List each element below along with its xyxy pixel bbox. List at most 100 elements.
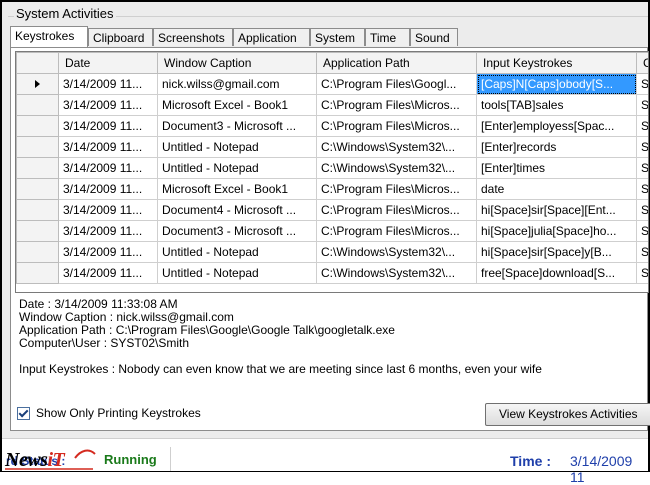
table-row[interactable]: 3/14/2009 11... Document4 - Microsoft ..… bbox=[16, 199, 648, 221]
cell-computer[interactable]: SY bbox=[636, 220, 648, 242]
keystrokes-table: Date Window Caption Application Path Inp… bbox=[16, 52, 648, 284]
row-header[interactable] bbox=[16, 157, 59, 179]
cell-window-caption[interactable]: Untitled - Notepad bbox=[157, 136, 317, 158]
column-header-date[interactable]: Date bbox=[58, 52, 158, 74]
row-header[interactable] bbox=[16, 73, 59, 95]
cell-window-caption[interactable]: Document4 - Microsoft ... bbox=[157, 199, 317, 221]
row-header[interactable] bbox=[16, 136, 59, 158]
column-header-application-path[interactable]: Application Path bbox=[316, 52, 477, 74]
current-row-arrow-icon bbox=[35, 80, 40, 88]
cell-application-path[interactable]: C:\Program Files\Micros... bbox=[316, 178, 477, 200]
detail-computer-user: Computer\User : SYST02\Smith bbox=[19, 336, 190, 350]
row-header[interactable] bbox=[16, 115, 59, 137]
cell-date[interactable]: 3/14/2009 11... bbox=[58, 94, 158, 116]
cell-window-caption[interactable]: Untitled - Notepad bbox=[157, 157, 317, 179]
table-row[interactable]: 3/14/2009 11... Untitled - Notepad C:\Wi… bbox=[16, 157, 648, 179]
tab-sound[interactable]: Sound bbox=[410, 28, 458, 46]
status-bar: rd Status : Running Time : 3/14/2009 11 bbox=[2, 438, 648, 485]
cell-application-path[interactable]: C:\Program Files\Micros... bbox=[316, 94, 477, 116]
cell-window-caption[interactable]: Untitled - Notepad bbox=[157, 262, 317, 284]
table-row[interactable]: 3/14/2009 11... nick.wilss@gmail.com C:\… bbox=[16, 73, 648, 95]
cell-window-caption[interactable]: Untitled - Notepad bbox=[157, 241, 317, 263]
table-row[interactable]: 3/14/2009 11... Untitled - Notepad C:\Wi… bbox=[16, 241, 648, 263]
cell-window-caption[interactable]: Document3 - Microsoft ... bbox=[157, 115, 317, 137]
cell-date[interactable]: 3/14/2009 11... bbox=[58, 178, 158, 200]
column-header-computer[interactable]: C bbox=[636, 52, 648, 74]
table-row[interactable]: 3/14/2009 11... Document3 - Microsoft ..… bbox=[16, 220, 648, 242]
cell-application-path[interactable]: C:\Program Files\Micros... bbox=[316, 220, 477, 242]
cell-input-keystrokes[interactable]: [Enter]employess[Spac... bbox=[476, 115, 637, 137]
row-header[interactable] bbox=[16, 178, 59, 200]
table-row[interactable]: 3/14/2009 11... Microsoft Excel - Book1 … bbox=[16, 94, 648, 116]
row-header[interactable] bbox=[16, 199, 59, 221]
row-header[interactable] bbox=[16, 220, 59, 242]
cell-application-path[interactable]: C:\Windows\System32\... bbox=[316, 262, 477, 284]
cell-application-path[interactable]: C:\Program Files\Micros... bbox=[316, 199, 477, 221]
cell-computer[interactable]: SY bbox=[636, 73, 648, 95]
cell-input-keystrokes[interactable]: date bbox=[476, 178, 637, 200]
column-header-window-caption[interactable]: Window Caption bbox=[157, 52, 317, 74]
table-row[interactable]: 3/14/2009 11... Untitled - Notepad C:\Wi… bbox=[16, 262, 648, 284]
cell-application-path[interactable]: C:\Windows\System32\... bbox=[316, 136, 477, 158]
cell-window-caption[interactable]: Document3 - Microsoft ... bbox=[157, 220, 317, 242]
cell-application-path[interactable]: C:\Windows\System32\... bbox=[316, 157, 477, 179]
cell-application-path[interactable]: C:\Program Files\Micros... bbox=[316, 115, 477, 137]
cell-input-keystrokes[interactable]: hi[Space]julia[Space]ho... bbox=[476, 220, 637, 242]
tab-keystrokes[interactable]: Keystrokes bbox=[10, 26, 88, 47]
cell-input-keystrokes-selected[interactable]: [Caps]N[Caps]obody[S... bbox=[476, 73, 637, 95]
keystrokes-grid[interactable]: Date Window Caption Application Path Inp… bbox=[15, 51, 649, 293]
cell-date[interactable]: 3/14/2009 11... bbox=[58, 136, 158, 158]
cell-computer[interactable]: SY bbox=[636, 94, 648, 116]
tab-clipboard[interactable]: Clipboard bbox=[88, 28, 153, 46]
cell-computer[interactable]: SY bbox=[636, 199, 648, 221]
tab-screenshots[interactable]: Screenshots bbox=[153, 28, 233, 46]
keystroke-details: Date : 3/14/2009 11:33:08 AM Window Capt… bbox=[19, 298, 542, 376]
tab-system[interactable]: System bbox=[310, 28, 365, 46]
printing-keystrokes-option[interactable]: Show Only Printing Keystrokes bbox=[17, 406, 201, 420]
row-header[interactable] bbox=[16, 241, 59, 263]
group-title: System Activities bbox=[14, 6, 116, 21]
cell-date[interactable]: 3/14/2009 11... bbox=[58, 157, 158, 179]
cell-date[interactable]: 3/14/2009 11... bbox=[58, 220, 158, 242]
table-row[interactable]: 3/14/2009 11... Microsoft Excel - Book1 … bbox=[16, 178, 648, 200]
show-printing-keystrokes-checkbox[interactable] bbox=[17, 406, 30, 420]
cell-input-keystrokes[interactable]: hi[Space]sir[Space]y[B... bbox=[476, 241, 637, 263]
cell-window-caption[interactable]: Microsoft Excel - Book1 bbox=[157, 94, 317, 116]
cell-date[interactable]: 3/14/2009 11... bbox=[58, 199, 158, 221]
app-window: System Activities Keystrokes Clipboard S… bbox=[0, 0, 650, 485]
cell-computer[interactable]: SY bbox=[636, 115, 648, 137]
tab-application[interactable]: Application bbox=[233, 28, 310, 46]
keystrokes-page: Date Window Caption Application Path Inp… bbox=[10, 47, 650, 431]
system-activities-panel: System Activities Keystrokes Clipboard S… bbox=[2, 2, 650, 438]
status-value: Running bbox=[104, 452, 157, 467]
cell-application-path[interactable]: C:\Program Files\Googl... bbox=[316, 73, 477, 95]
row-header[interactable] bbox=[16, 94, 59, 116]
cell-window-caption[interactable]: Microsoft Excel - Book1 bbox=[157, 178, 317, 200]
row-header[interactable] bbox=[16, 262, 59, 284]
cell-date[interactable]: 3/14/2009 11... bbox=[58, 241, 158, 263]
view-keystrokes-activities-button[interactable]: View Keystrokes Activities bbox=[485, 403, 650, 426]
column-header-input-keystrokes[interactable]: Input Keystrokes bbox=[476, 52, 637, 74]
grid-header-row: Date Window Caption Application Path Inp… bbox=[16, 52, 648, 74]
cell-computer[interactable]: SY bbox=[636, 262, 648, 284]
row-header-corner bbox=[16, 52, 59, 74]
cell-input-keystrokes[interactable]: [Enter]times bbox=[476, 157, 637, 179]
cell-date[interactable]: 3/14/2009 11... bbox=[58, 115, 158, 137]
cell-input-keystrokes[interactable]: free[Space]download[S... bbox=[476, 262, 637, 284]
cell-input-keystrokes[interactable]: [Enter]records bbox=[476, 136, 637, 158]
grid-body: 3/14/2009 11... nick.wilss@gmail.com C:\… bbox=[16, 73, 648, 284]
cell-input-keystrokes[interactable]: tools[TAB]sales bbox=[476, 94, 637, 116]
table-row[interactable]: 3/14/2009 11... Untitled - Notepad C:\Wi… bbox=[16, 136, 648, 158]
cell-window-caption[interactable]: nick.wilss@gmail.com bbox=[157, 73, 317, 95]
show-printing-keystrokes-label[interactable]: Show Only Printing Keystrokes bbox=[36, 406, 201, 420]
cell-computer[interactable]: SY bbox=[636, 178, 648, 200]
cell-date[interactable]: 3/14/2009 11... bbox=[58, 262, 158, 284]
cell-input-keystrokes[interactable]: hi[Space]sir[Space][Ent... bbox=[476, 199, 637, 221]
cell-date[interactable]: 3/14/2009 11... bbox=[58, 73, 158, 95]
table-row[interactable]: 3/14/2009 11... Document3 - Microsoft ..… bbox=[16, 115, 648, 137]
cell-computer[interactable]: SY bbox=[636, 241, 648, 263]
cell-application-path[interactable]: C:\Windows\System32\... bbox=[316, 241, 477, 263]
cell-computer[interactable]: SY bbox=[636, 157, 648, 179]
cell-computer[interactable]: SY bbox=[636, 136, 648, 158]
tab-time[interactable]: Time bbox=[365, 28, 410, 46]
